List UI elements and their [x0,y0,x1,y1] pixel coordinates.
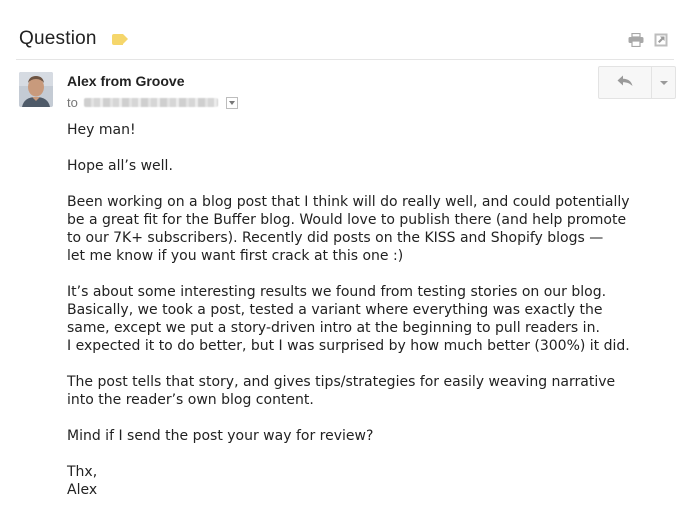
to-label: to [67,95,78,110]
subject-row: Question [19,26,128,52]
body-paragraph-question: Mind if I send the post your way for rev… [67,428,374,444]
body-paragraph-results: It’s about some interesting results we f… [67,284,630,354]
thread-actions [628,33,668,47]
sender-name: Alex from Groove [67,73,185,89]
redacted-recipient [83,98,218,107]
sender-avatar [19,72,53,107]
body-paragraph-summary: The post tells that story, and gives tip… [67,374,616,408]
caret-down-icon[interactable] [225,96,238,109]
header-divider [16,59,674,60]
body-paragraph-wellwishes: Hope all’s well. [67,158,173,174]
reply-icon [617,74,633,92]
more-options-button[interactable] [652,67,675,98]
email-subject: Question [19,28,97,49]
label-tag-icon[interactable] [111,33,128,45]
email-body: Hey man! Hope all’s well. Been working o… [67,121,677,499]
body-paragraph-pitch: Been working on a blog post that I think… [67,194,630,264]
recipient-row: to [67,95,238,110]
body-paragraph-greeting: Hey man! [67,122,136,138]
chevron-down-icon [659,80,668,85]
body-signoff: Thx, Alex [67,464,98,498]
reply-button[interactable] [599,67,652,98]
new-window-icon[interactable] [654,33,668,47]
print-icon[interactable] [628,33,644,47]
reply-button-group [598,66,676,99]
